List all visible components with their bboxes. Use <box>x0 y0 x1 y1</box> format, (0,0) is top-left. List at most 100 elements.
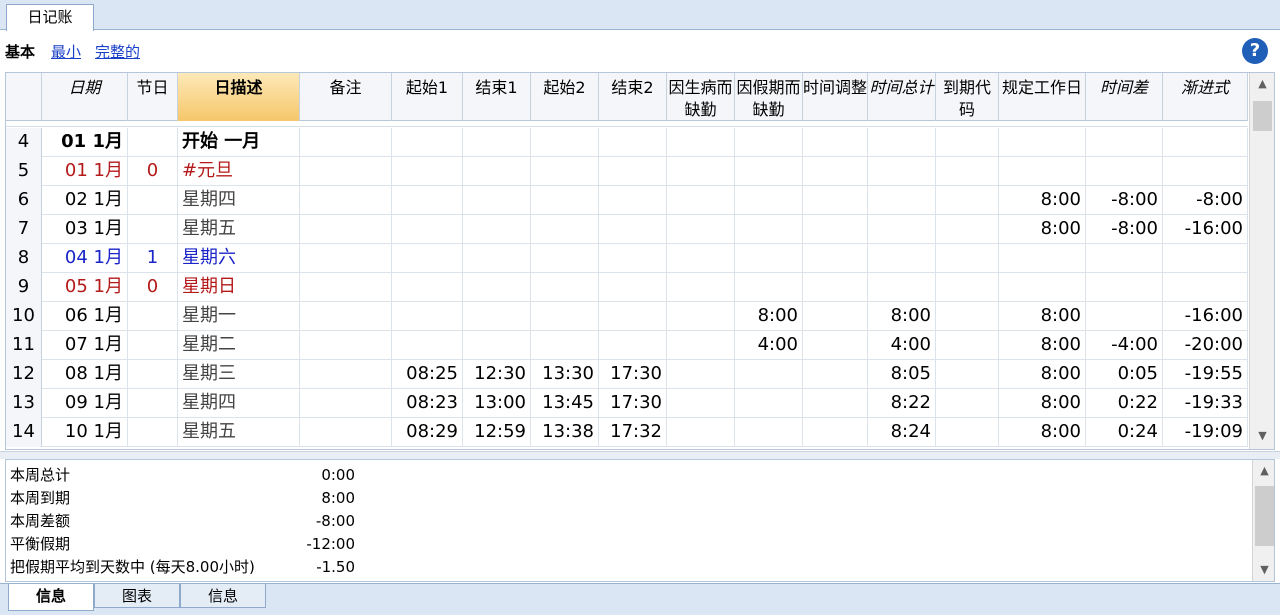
cell-start2[interactable]: 13:45 <box>531 389 599 418</box>
cell-due-code[interactable] <box>936 273 999 302</box>
cell-description[interactable]: 星期六 <box>178 244 300 273</box>
cell-due-code[interactable] <box>936 331 999 360</box>
cell-description[interactable]: 星期四 <box>178 186 300 215</box>
cell-sick[interactable] <box>667 273 735 302</box>
cell-workday[interactable]: 8:00 <box>999 331 1086 360</box>
cell-start2[interactable] <box>531 128 599 157</box>
cell-end1[interactable] <box>463 128 531 157</box>
cell-total[interactable]: 8:05 <box>868 360 936 389</box>
cell-end2[interactable] <box>599 331 667 360</box>
cell-note[interactable] <box>300 273 392 302</box>
cell-adjust[interactable] <box>803 389 868 418</box>
cell-end2[interactable]: 17:32 <box>599 418 667 447</box>
cell-start1[interactable]: 08:23 <box>392 389 463 418</box>
cell-progressive[interactable]: -19:09 <box>1163 418 1248 447</box>
cell-sick[interactable] <box>667 418 735 447</box>
table-row[interactable]: 11 07 1月 星期二 4:00 4:00 8:00 -4:00 -20:00 <box>6 331 1248 360</box>
cell-total[interactable]: 4:00 <box>868 331 936 360</box>
cell-date[interactable]: 08 1月 <box>42 360 128 389</box>
cell-end2[interactable]: 17:30 <box>599 389 667 418</box>
cell-adjust[interactable] <box>803 273 868 302</box>
view-min-link[interactable]: 最小 <box>51 41 81 62</box>
cell-adjust[interactable] <box>803 157 868 186</box>
cell-due-code[interactable] <box>936 302 999 331</box>
cell-workday[interactable]: 8:00 <box>999 360 1086 389</box>
table-row[interactable]: 4 01 1月 开始 一月 <box>6 128 1248 157</box>
cell-description[interactable]: 星期五 <box>178 418 300 447</box>
cell-date[interactable]: 09 1月 <box>42 389 128 418</box>
cell-total[interactable] <box>868 273 936 302</box>
header-description[interactable]: 日描述 <box>178 73 300 121</box>
cell-holiday[interactable] <box>128 418 178 447</box>
cell-start2[interactable] <box>531 157 599 186</box>
cell-holiday[interactable] <box>128 186 178 215</box>
cell-due-code[interactable] <box>936 360 999 389</box>
header-progressive[interactable]: 渐进式 <box>1163 73 1248 121</box>
cell-holiday[interactable] <box>128 389 178 418</box>
cell-due-code[interactable] <box>936 215 999 244</box>
cell-diff[interactable] <box>1086 302 1163 331</box>
cell-due-code[interactable] <box>936 244 999 273</box>
cell-holiday[interactable] <box>128 128 178 157</box>
cell-adjust[interactable] <box>803 128 868 157</box>
cell-workday[interactable] <box>999 244 1086 273</box>
cell-end1[interactable]: 13:00 <box>463 389 531 418</box>
cell-total[interactable] <box>868 128 936 157</box>
cell-start1[interactable] <box>392 186 463 215</box>
info-scrollbar[interactable]: ▲ ▼ <box>1252 460 1274 581</box>
cell-date[interactable]: 03 1月 <box>42 215 128 244</box>
cell-holiday[interactable] <box>128 215 178 244</box>
cell-total[interactable] <box>868 186 936 215</box>
cell-start2[interactable] <box>531 302 599 331</box>
cell-start2[interactable] <box>531 186 599 215</box>
cell-start1[interactable] <box>392 302 463 331</box>
cell-date[interactable]: 10 1月 <box>42 418 128 447</box>
cell-end1[interactable] <box>463 186 531 215</box>
cell-start1[interactable] <box>392 128 463 157</box>
cell-workday[interactable]: 8:00 <box>999 186 1086 215</box>
cell-due-code[interactable] <box>936 389 999 418</box>
view-full-link[interactable]: 完整的 <box>95 41 140 62</box>
header-vacation[interactable]: 因假期而缺勤 <box>735 73 803 121</box>
cell-end2[interactable] <box>599 244 667 273</box>
cell-diff[interactable]: -8:00 <box>1086 215 1163 244</box>
cell-workday[interactable]: 8:00 <box>999 302 1086 331</box>
cell-adjust[interactable] <box>803 186 868 215</box>
header-start1[interactable]: 起始1 <box>392 73 463 121</box>
cell-end2[interactable] <box>599 128 667 157</box>
cell-start1[interactable]: 08:29 <box>392 418 463 447</box>
cell-sick[interactable] <box>667 157 735 186</box>
cell-workday[interactable] <box>999 157 1086 186</box>
cell-vacation[interactable]: 8:00 <box>735 302 803 331</box>
cell-sick[interactable] <box>667 215 735 244</box>
cell-description[interactable]: 星期二 <box>178 331 300 360</box>
info-scroll-thumb[interactable] <box>1255 486 1274 546</box>
cell-adjust[interactable] <box>803 302 868 331</box>
cell-vacation[interactable] <box>735 157 803 186</box>
table-row[interactable]: 12 08 1月 星期三 08:25 12:30 13:30 17:30 8:05 8:00 0:… <box>6 360 1248 389</box>
cell-end1[interactable]: 12:30 <box>463 360 531 389</box>
cell-end2[interactable] <box>599 273 667 302</box>
header-end2[interactable]: 结束2 <box>599 73 667 121</box>
header-due-code[interactable]: 到期代码 <box>936 73 999 121</box>
cell-note[interactable] <box>300 244 392 273</box>
cell-workday[interactable] <box>999 273 1086 302</box>
cell-vacation[interactable] <box>735 128 803 157</box>
header-note[interactable]: 备注 <box>300 73 392 121</box>
cell-start2[interactable] <box>531 215 599 244</box>
cell-note[interactable] <box>300 331 392 360</box>
cell-progressive[interactable]: -16:00 <box>1163 302 1248 331</box>
cell-total[interactable]: 8:22 <box>868 389 936 418</box>
cell-note[interactable] <box>300 128 392 157</box>
cell-holiday[interactable]: 0 <box>128 157 178 186</box>
cell-progressive[interactable]: -19:33 <box>1163 389 1248 418</box>
cell-description[interactable]: 开始 一月 <box>178 128 300 157</box>
splitter[interactable] <box>0 451 1280 459</box>
table-row[interactable]: 13 09 1月 星期四 08:23 13:00 13:45 17:30 8:22 8:00 0:… <box>6 389 1248 418</box>
cell-sick[interactable] <box>667 128 735 157</box>
cell-end1[interactable] <box>463 302 531 331</box>
cell-due-code[interactable] <box>936 157 999 186</box>
cell-description[interactable]: 星期三 <box>178 360 300 389</box>
cell-vacation[interactable] <box>735 186 803 215</box>
header-total[interactable]: 时间总计 <box>868 73 936 121</box>
